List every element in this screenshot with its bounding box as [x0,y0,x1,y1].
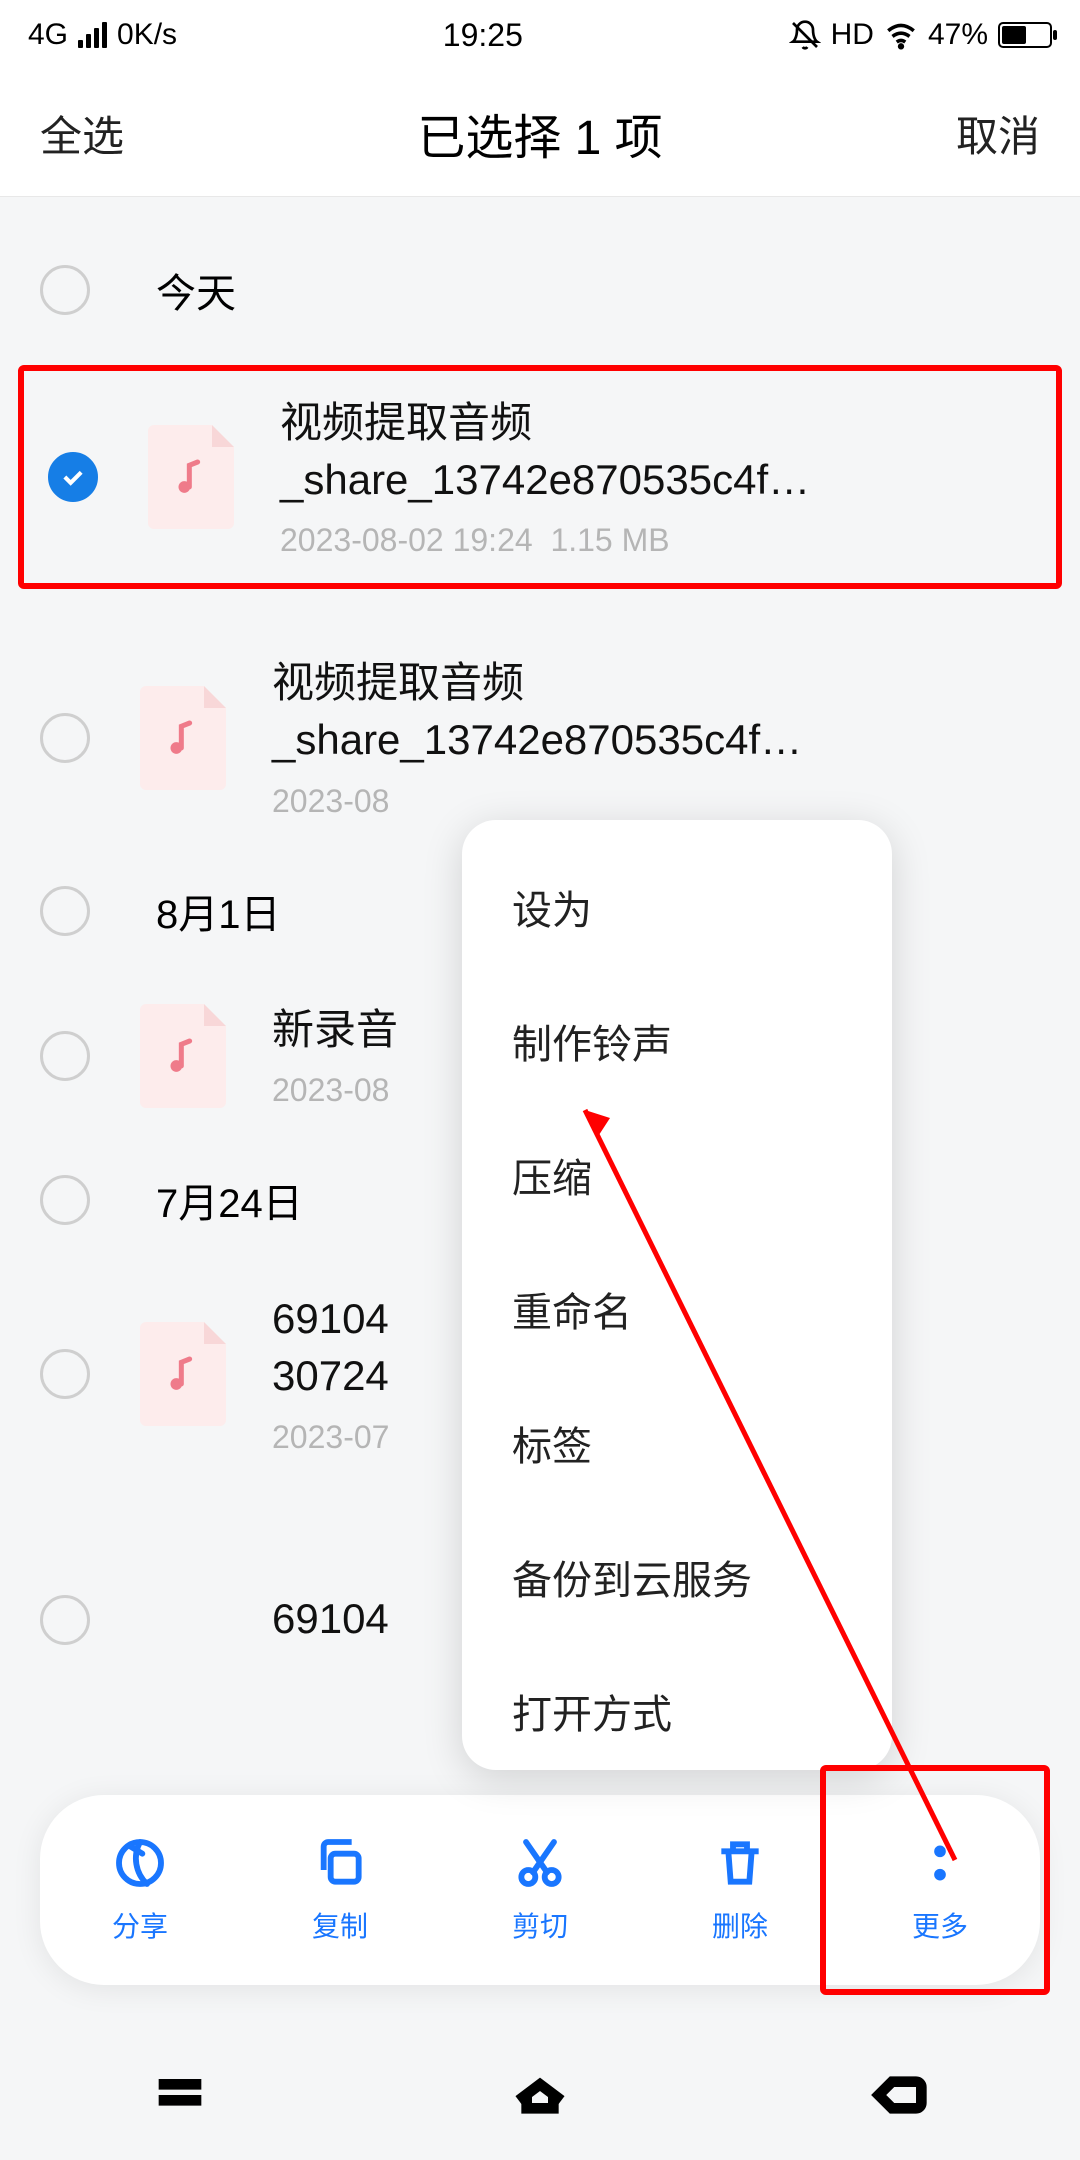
section-checkbox[interactable] [40,886,90,936]
cut-icon [512,1835,568,1891]
delete-button[interactable]: 删除 [650,1835,830,1945]
cancel-button[interactable]: 取消 [956,103,1040,164]
signal-icon [78,22,107,48]
network-speed-label: 0K/s [117,18,177,52]
section-checkbox[interactable] [40,1175,90,1225]
popup-compress[interactable]: 压缩 [462,1108,892,1242]
hd-label: HD [831,18,874,52]
app-bar: 全选 已选择 1 项 取消 [0,70,1080,197]
more-button[interactable]: 更多 [850,1835,1030,1945]
file-checkbox[interactable] [40,713,90,763]
home-icon[interactable] [508,2063,572,2127]
music-file-icon [140,1322,226,1426]
more-icon [912,1835,968,1891]
section-label: 7月24日 [156,1171,303,1229]
music-file-icon [140,686,226,790]
file-checkbox[interactable] [40,1349,90,1399]
annotation-highlight-file: 视频提取音频_share_13742e870535c4f… 2023-08-02… [18,365,1062,589]
system-nav-bar [0,2030,1080,2160]
file-checkbox[interactable] [40,1595,90,1645]
copy-icon [312,1835,368,1891]
popup-open-with[interactable]: 打开方式 [462,1644,892,1750]
delete-icon [712,1835,768,1891]
section-today-label: 今天 [156,261,236,319]
select-all-button[interactable]: 全选 [40,103,124,164]
popup-set-as[interactable]: 设为 [462,840,892,974]
section-today-checkbox[interactable] [40,265,90,315]
status-bar: 4G 0K/s 19:25 HD 47% [0,0,1080,70]
popup-rename[interactable]: 重命名 [462,1242,892,1376]
file-checkbox[interactable] [40,1031,90,1081]
share-button[interactable]: 分享 [50,1835,230,1945]
file-meta-label: 2023-08 [272,783,1040,820]
more-options-popup: 设为 制作铃声 压缩 重命名 标签 备份到云服务 打开方式 [462,820,892,1770]
popup-tags[interactable]: 标签 [462,1376,892,1510]
file-row[interactable]: 视频提取音频_share_13742e870535c4f… 2023-08-02… [40,385,1040,569]
action-bar: 分享 复制 剪切 删除 更多 [40,1795,1040,1985]
section-today: 今天 [0,225,1080,355]
music-file-icon [148,425,234,529]
battery-pct-label: 47% [928,18,988,52]
file-checkbox-checked[interactable] [48,452,98,502]
selection-title: 已选择 1 项 [417,98,662,168]
share-icon [112,1835,168,1891]
recents-icon[interactable] [148,2063,212,2127]
popup-make-ringtone[interactable]: 制作铃声 [462,974,892,1108]
battery-icon [998,22,1052,48]
wifi-icon [884,18,918,52]
clock-label: 19:25 [443,17,523,54]
mute-icon [789,19,821,51]
file-name-label: 视频提取音频_share_13742e870535c4f… [280,395,1032,508]
back-icon[interactable] [868,2063,932,2127]
section-label: 8月1日 [156,882,281,940]
cut-button[interactable]: 剪切 [450,1835,630,1945]
file-name-label: 视频提取音频_share_13742e870535c4f… [272,655,1040,768]
network-type-label: 4G [28,18,68,52]
copy-button[interactable]: 复制 [250,1835,430,1945]
popup-backup-cloud[interactable]: 备份到云服务 [462,1510,892,1644]
file-meta-label: 2023-08-02 19:24 1.15 MB [280,522,1032,559]
file-row[interactable]: 视频提取音频_share_13742e870535c4f… 2023-08 [0,629,1080,845]
music-file-icon [140,1004,226,1108]
